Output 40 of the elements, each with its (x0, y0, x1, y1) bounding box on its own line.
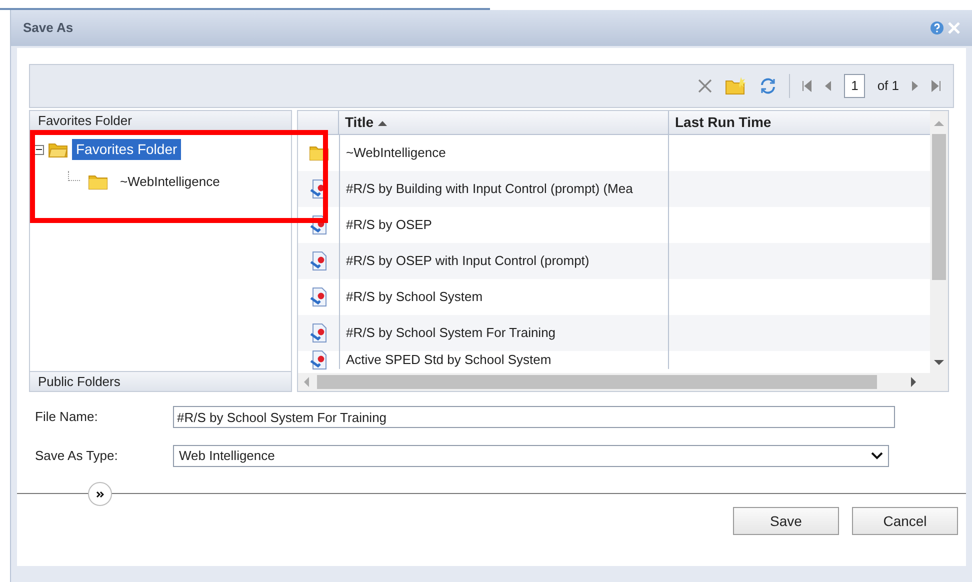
previous-page-icon[interactable] (824, 80, 832, 92)
horizontal-scrollbar[interactable] (298, 373, 948, 391)
vertical-scrollbar[interactable] (930, 111, 948, 373)
page-count: of 1 (877, 77, 899, 96)
cancel-button[interactable]: Cancel (852, 507, 958, 535)
table-cell[interactable]: #R/S by School System (346, 287, 483, 307)
report-icon (310, 287, 328, 307)
close-icon[interactable] (948, 22, 960, 34)
field-label: File Name: (34, 408, 99, 426)
last-page-icon[interactable] (931, 80, 941, 92)
window-title: Save As (23, 19, 74, 38)
column-header[interactable]: Last Run Time (669, 111, 930, 134)
table-cell[interactable]: Active SPED Std by School System (346, 351, 552, 369)
file-name-field[interactable]: #R/S by School System For Training (173, 406, 895, 428)
column-header[interactable]: Title (339, 111, 669, 134)
panel-header: Favorites Folder (30, 111, 291, 131)
open-folder-icon (48, 142, 68, 158)
type-dropdown[interactable]: Web Intelligence (173, 445, 889, 467)
new-folder-icon[interactable] (725, 77, 748, 95)
tree-item[interactable]: ~WebIntelligence (116, 172, 224, 192)
refresh-icon[interactable] (759, 77, 778, 95)
tree-item[interactable]: Favorites Folder (72, 139, 182, 160)
table-cell[interactable]: ~WebIntelligence (346, 143, 446, 163)
delete-icon[interactable] (697, 78, 714, 94)
page-input[interactable]: 1 (844, 74, 866, 98)
expand-options-button[interactable] (88, 482, 112, 506)
report-icon (310, 251, 328, 271)
double-chevron-icon (96, 490, 104, 498)
next-page-icon[interactable] (911, 80, 919, 92)
report-icon (310, 323, 328, 343)
panel-header: Public Folders (30, 371, 291, 391)
chevron-down-icon (871, 452, 883, 460)
help-icon[interactable] (930, 21, 944, 35)
table-cell[interactable]: #R/S by School System For Training (346, 323, 556, 343)
first-page-icon[interactable] (802, 80, 812, 92)
field-label: Save As Type: (34, 447, 119, 466)
collapse-icon[interactable] (34, 144, 44, 154)
save-button[interactable]: Save (733, 507, 839, 535)
table-cell[interactable]: #R/S by OSEP (346, 215, 432, 235)
folder-icon (88, 174, 108, 190)
